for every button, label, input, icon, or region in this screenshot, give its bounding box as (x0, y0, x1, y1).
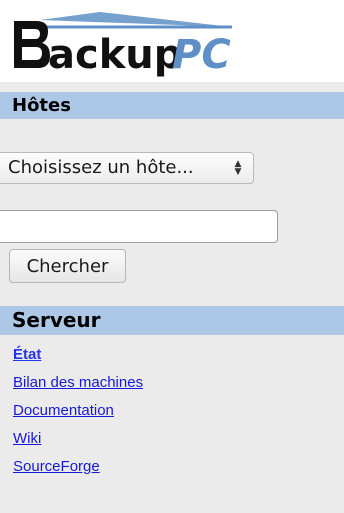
sidebar: ackup PC Hôtes Choisissez un hôte... ▲ ▼ … (0, 0, 344, 513)
logo-swoosh (40, 12, 232, 27)
nav-link-etat[interactable]: État (13, 341, 143, 369)
search-button[interactable]: Chercher (9, 249, 126, 283)
nav-link-wiki[interactable]: Wiki (13, 425, 143, 453)
logo-wordmark: ackup (48, 32, 182, 78)
backuppc-logo[interactable]: ackup PC (0, 0, 344, 82)
nav-link-bilan-des-machines[interactable]: Bilan des machines (13, 369, 143, 397)
hosts-section-header: Hôtes (0, 92, 344, 119)
host-select[interactable]: Choisissez un hôte... ▲ ▼ (0, 152, 254, 184)
logo-area: ackup PC (0, 0, 344, 82)
server-section-header: Serveur (0, 306, 344, 335)
nav-link-sourceforge[interactable]: SourceForge (13, 453, 143, 481)
nav-link-documentation[interactable]: Documentation (13, 397, 143, 425)
logo-pc-mark: PC (172, 32, 231, 78)
host-search-input[interactable] (0, 210, 278, 243)
logo-b-glyph (14, 21, 50, 68)
server-nav-links: État Bilan des machines Documentation Wi… (13, 341, 143, 481)
host-select-value: Choisissez un hôte... (8, 157, 194, 178)
select-arrows-icon: ▲ ▼ (234, 159, 242, 177)
